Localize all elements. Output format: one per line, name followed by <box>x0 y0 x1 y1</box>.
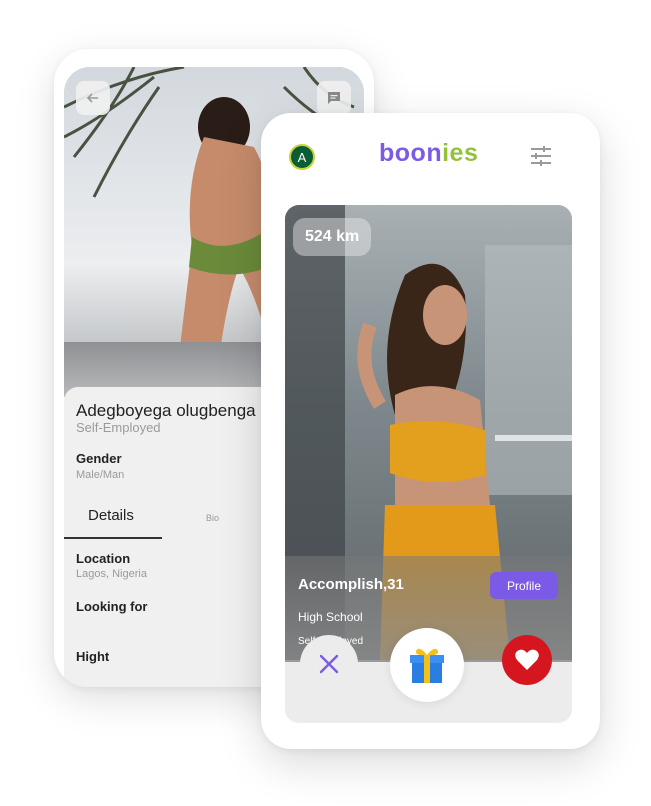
location-value: Lagos, Nigeria <box>76 568 147 580</box>
profile-occupation: Self-Employed <box>76 420 161 435</box>
gender-label: Gender <box>76 451 122 466</box>
height-label: Hight <box>76 649 110 664</box>
match-card[interactable]: 524 km Accomplish,31 High School Self-Em… <box>285 205 572 723</box>
tab-bio[interactable]: Bio <box>206 513 219 523</box>
arrow-left-icon <box>86 93 98 103</box>
gift-icon <box>410 648 444 683</box>
message-button[interactable] <box>317 81 351 115</box>
match-education: High School <box>298 610 363 624</box>
sliders-icon <box>531 146 551 166</box>
chat-icon <box>328 92 340 104</box>
gender-value: Male/Man <box>76 469 125 481</box>
brand-logo-part2: ies <box>442 139 479 167</box>
match-name-age: Accomplish,31 <box>298 576 404 593</box>
user-avatar[interactable]: A <box>289 144 315 170</box>
back-button[interactable] <box>76 81 110 115</box>
brand-logo: boonies <box>379 139 478 168</box>
swipe-phone: A boonies 524 km Accomplish,31 High Scho… <box>261 113 600 749</box>
distance-badge: 524 km <box>293 218 372 256</box>
looking-for-label: Looking for <box>76 599 148 614</box>
close-icon <box>319 654 339 674</box>
location-label: Location <box>76 551 131 566</box>
profile-name: Adegboyega olugbenga <box>76 401 256 420</box>
like-button[interactable] <box>502 635 552 685</box>
tab-active-indicator <box>64 537 162 539</box>
dislike-button[interactable] <box>300 635 358 693</box>
profile-button[interactable]: Profile <box>490 572 558 599</box>
gift-button[interactable] <box>390 628 464 702</box>
heart-icon <box>515 649 539 670</box>
filter-button[interactable] <box>529 145 553 167</box>
brand-logo-part1: boon <box>379 139 443 167</box>
tab-details[interactable]: Details <box>88 507 134 524</box>
